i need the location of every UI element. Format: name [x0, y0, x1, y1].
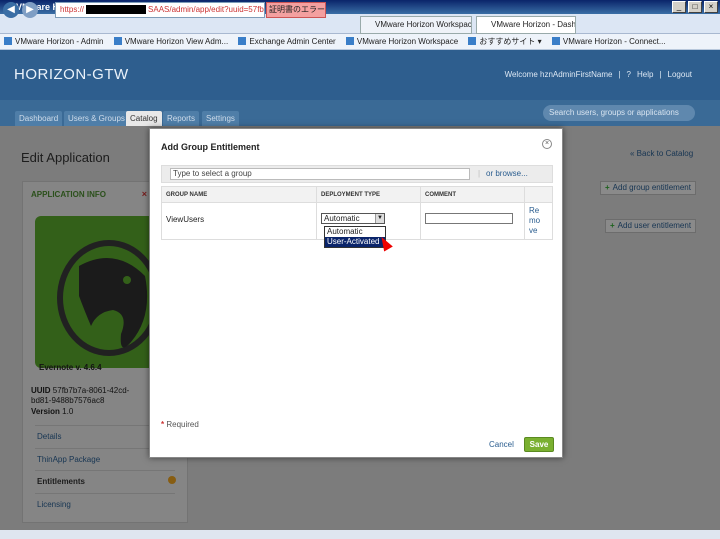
- maximize-button[interactable]: □: [688, 1, 702, 13]
- group-name-cell: ViewUsers: [161, 202, 317, 240]
- tab-reports[interactable]: Reports: [163, 111, 200, 126]
- table-header-row: GROUP NAME DEPLOYMENT TYPE COMMENT: [161, 186, 553, 203]
- forward-arrow-icon[interactable]: ▶: [22, 2, 38, 18]
- minimize-button[interactable]: _: [672, 1, 686, 13]
- dropdown-option-automatic[interactable]: Automatic: [325, 227, 385, 237]
- deployment-type-dropdown: Automatic User-Activated: [324, 226, 386, 248]
- deployment-type-select[interactable]: Automatic ▼: [321, 213, 385, 224]
- group-select-row: Type to select a group | or browse...: [161, 165, 553, 183]
- modal-title: Add Group Entitlement: [161, 142, 260, 152]
- close-icon[interactable]: ×: [542, 139, 552, 149]
- divider: |: [659, 70, 662, 79]
- help-icon: ?: [626, 70, 631, 79]
- welcome-text: Welcome hznAdminFirstName: [504, 70, 613, 79]
- comment-input[interactable]: [425, 213, 513, 224]
- favorite-link[interactable]: VMware Horizon - Admin: [4, 37, 103, 46]
- required-note: * Required: [161, 420, 199, 429]
- search-input[interactable]: Search users, groups or applications: [543, 105, 695, 121]
- remove-cell: Remove: [524, 202, 553, 240]
- divider: |: [478, 169, 481, 178]
- brand-title: HORIZON-GTW: [14, 66, 129, 83]
- favorite-link[interactable]: おすすめサイト ▾: [468, 37, 541, 46]
- col-actions: [524, 186, 553, 203]
- header-links: Welcome hznAdminFirstName | ? Help | Log…: [505, 70, 692, 79]
- help-link[interactable]: Help: [637, 70, 653, 79]
- comment-cell: [420, 202, 525, 240]
- browser-tab-dashboard[interactable]: VMware Horizon - Dashboa...: [476, 16, 576, 34]
- logout-link[interactable]: Logout: [668, 70, 692, 79]
- divider: |: [618, 70, 621, 79]
- remove-link[interactable]: Remove: [529, 206, 543, 236]
- dropdown-option-user-activated[interactable]: User-Activated: [325, 237, 385, 247]
- favorites-bar: VMware Horizon - Admin VMware Horizon Vi…: [0, 34, 720, 50]
- col-deployment-type: DEPLOYMENT TYPE: [316, 186, 421, 203]
- save-button[interactable]: Save: [524, 437, 554, 452]
- browser-tab-workspace[interactable]: VMware Horizon Workspace - ...: [360, 16, 472, 34]
- window-controls: _ □ ×: [672, 1, 718, 13]
- favorite-link[interactable]: VMware Horizon - Connect...: [552, 37, 666, 46]
- redacted-host: [86, 5, 147, 15]
- tab-users-groups[interactable]: Users & Groups: [64, 111, 129, 126]
- col-comment: COMMENT: [420, 186, 525, 203]
- close-window-button[interactable]: ×: [704, 1, 718, 13]
- col-group-name: GROUP NAME: [161, 186, 317, 203]
- back-arrow-icon[interactable]: ◀: [3, 2, 19, 18]
- browse-link[interactable]: or browse...: [486, 169, 528, 178]
- required-asterisk: *: [161, 420, 165, 429]
- cert-error-badge[interactable]: 証明書のエラー: [266, 2, 326, 18]
- chevron-down-icon: ▼: [375, 214, 384, 223]
- favorite-link[interactable]: VMware Horizon View Adm...: [114, 37, 228, 46]
- cancel-button[interactable]: Cancel: [489, 440, 514, 449]
- address-bar[interactable]: https://SAAS/admin/app/edit?uuid=57fb: [55, 2, 265, 18]
- tab-dashboard[interactable]: Dashboard: [15, 111, 63, 126]
- tab-settings[interactable]: Settings: [202, 111, 239, 126]
- group-search-input[interactable]: Type to select a group: [170, 168, 470, 180]
- favorite-link[interactable]: Exchange Admin Center: [238, 37, 335, 46]
- add-group-entitlement-modal: Add Group Entitlement × Type to select a…: [149, 128, 563, 458]
- favorite-link[interactable]: VMware Horizon Workspace: [346, 37, 458, 46]
- tab-catalog[interactable]: Catalog: [126, 111, 162, 126]
- browser-status-bar: [0, 530, 720, 539]
